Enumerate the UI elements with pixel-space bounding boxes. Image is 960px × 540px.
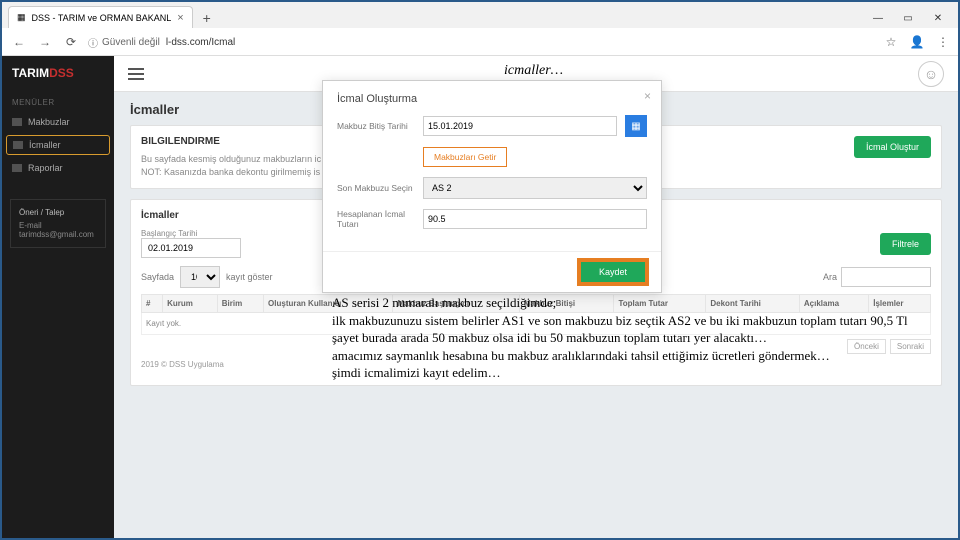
back-button[interactable]: ← <box>10 33 28 51</box>
close-window-button[interactable]: ✕ <box>924 8 952 28</box>
list-icon <box>13 141 23 149</box>
annotation-title: icmaller… <box>504 62 563 81</box>
list-icon <box>12 164 22 172</box>
star-icon[interactable]: ☆ <box>884 35 898 49</box>
end-date-label: Makbuz Bitiş Tarihi <box>337 121 415 131</box>
start-date-input[interactable] <box>141 238 241 258</box>
fetch-receipts-button[interactable]: Makbuzları Getir <box>423 147 507 167</box>
hamburger-icon[interactable] <box>128 68 144 80</box>
per-page-label: Sayfada <box>141 272 174 282</box>
annotation-body: AS serisi 2 numaralı makbuz seçildiğimde… <box>332 294 932 382</box>
list-icon <box>12 118 22 126</box>
user-icon[interactable]: 👤 <box>910 35 924 49</box>
reload-button[interactable]: ⟳ <box>62 33 80 51</box>
forward-button[interactable]: → <box>36 33 54 51</box>
sidebar: TARIMDSS MENÜLER Makbuzlar İcmaller Rapo… <box>2 56 114 538</box>
close-icon[interactable]: × <box>177 12 183 24</box>
new-tab-button[interactable]: + <box>197 8 217 28</box>
modal-title: İcmal Oluşturma <box>337 93 647 105</box>
last-receipt-select[interactable]: AS 2 <box>423 177 647 199</box>
support-box: Öneri / Talep E-mail tarimdss@gmail.com <box>10 199 106 248</box>
start-date-label: Başlangıç Tarihi <box>141 229 241 238</box>
sidebar-item-makbuzlar[interactable]: Makbuzlar <box>2 111 114 133</box>
search-label: Ara <box>823 272 837 282</box>
create-icmal-button[interactable]: İcmal Oluştur <box>854 136 931 158</box>
total-input[interactable] <box>423 209 647 229</box>
calendar-icon[interactable]: ▦ <box>625 115 647 137</box>
create-modal: × İcmal Oluşturma Makbuz Bitiş Tarihi ▦ … <box>322 80 662 293</box>
menu-icon[interactable]: ⋮ <box>936 35 950 49</box>
minimize-button[interactable]: — <box>864 8 892 28</box>
address-bar[interactable]: ⓘ Güvenli değil l-dss.com/Icmal <box>88 35 876 50</box>
filter-button[interactable]: Filtrele <box>880 233 931 255</box>
per-page-suffix: kayıt göster <box>226 272 273 282</box>
tab-title: DSS - TARIM ve ORMAN BAKANL <box>32 13 172 23</box>
url-text: l-dss.com/Icmal <box>166 37 235 48</box>
end-date-input[interactable] <box>423 116 617 136</box>
table-header[interactable]: Birim <box>217 295 263 313</box>
table-header[interactable]: Kurum <box>163 295 218 313</box>
save-button[interactable]: Kaydet <box>579 260 647 284</box>
avatar[interactable]: ☺ <box>918 61 944 87</box>
maximize-button[interactable]: ▭ <box>894 8 922 28</box>
sidebar-item-raporlar[interactable]: Raporlar <box>2 157 114 179</box>
sidebar-item-icmaller[interactable]: İcmaller <box>6 135 110 155</box>
browser-tab[interactable]: ▦ DSS - TARIM ve ORMAN BAKANL × <box>8 6 193 28</box>
modal-close-icon[interactable]: × <box>644 89 651 103</box>
table-header[interactable]: # <box>142 295 163 313</box>
search-input[interactable] <box>841 267 931 287</box>
security-info: ⓘ Güvenli değil <box>88 35 160 50</box>
tab-favicon: ▦ <box>17 12 26 23</box>
last-receipt-label: Son Makbuzu Seçin <box>337 183 415 193</box>
menu-header: MENÜLER <box>2 94 114 111</box>
per-page-select[interactable]: 10 <box>180 266 220 288</box>
total-label: Hesaplanan İcmal Tutarı <box>337 209 415 229</box>
brand-logo: TARIMDSS <box>2 66 114 94</box>
